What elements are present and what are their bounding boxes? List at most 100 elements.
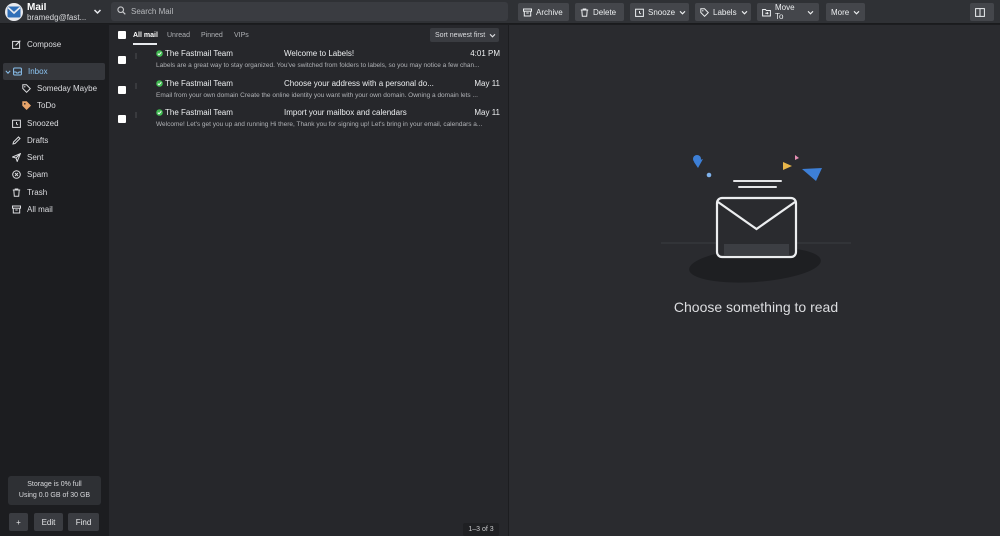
message-subject: Choose your address with a personal do..… xyxy=(284,79,434,88)
storage-usage: Using 0.0 GB of 30 GB xyxy=(18,492,91,499)
message-row[interactable]: The Fastmail Team Welcome to Labels! 4:0… xyxy=(109,47,508,76)
message-sender: The Fastmail Team xyxy=(165,108,233,117)
sidebar-item-label: Sent xyxy=(27,153,44,162)
compose-button[interactable]: Compose xyxy=(3,36,105,53)
find-folder-button[interactable]: Find xyxy=(68,513,99,531)
split-pane-icon xyxy=(975,7,985,17)
inbox-icon xyxy=(13,67,22,76)
search-icon xyxy=(117,6,126,17)
drag-handle-icon[interactable] xyxy=(134,53,138,59)
chevron-down-icon xyxy=(807,10,814,15)
compose-label: Compose xyxy=(27,40,62,49)
message-date: 4:01 PM xyxy=(470,49,500,58)
select-all-checkbox[interactable] xyxy=(118,31,126,39)
labels-label: Labels xyxy=(713,7,737,17)
message-subject: Welcome to Labels! xyxy=(284,49,355,58)
clock-icon xyxy=(12,119,21,128)
sidebar-item-label: Someday Maybe xyxy=(37,84,98,93)
archive-box-icon xyxy=(12,205,21,214)
account-email: bramedg@fast... xyxy=(27,13,87,22)
message-row[interactable]: The Fastmail Team Import your mailbox an… xyxy=(109,106,508,135)
toggle-layout-button[interactable] xyxy=(970,3,994,21)
more-label: More xyxy=(831,7,850,17)
sidebar-item-todo[interactable]: ToDo xyxy=(3,97,105,114)
verified-sender-icon xyxy=(156,50,163,57)
sidebar-item-someday-maybe[interactable]: Someday Maybe xyxy=(3,80,105,97)
sidebar-item-trash[interactable]: Trash xyxy=(3,184,105,201)
verified-sender-icon xyxy=(156,80,163,87)
sidebar-item-inbox[interactable]: Inbox xyxy=(3,63,105,80)
add-folder-button[interactable]: + xyxy=(9,513,28,531)
more-button[interactable]: More xyxy=(826,3,865,21)
tag-icon xyxy=(22,84,31,93)
empty-state-text: Choose something to read xyxy=(673,299,839,315)
tag-icon xyxy=(22,101,31,110)
message-sender: The Fastmail Team xyxy=(165,79,233,88)
compose-icon xyxy=(12,40,21,49)
snooze-label: Snooze xyxy=(648,7,676,17)
sidebar-item-label: Snoozed xyxy=(27,119,59,128)
message-preview: Email from your own domain Create the on… xyxy=(156,92,478,99)
chevron-down-icon[interactable] xyxy=(5,69,11,75)
message-sender: The Fastmail Team xyxy=(165,49,233,58)
folder-icon xyxy=(762,8,771,16)
pencil-icon xyxy=(12,136,21,145)
message-checkbox[interactable] xyxy=(118,115,126,123)
labels-button[interactable]: Labels xyxy=(695,3,751,21)
trash-icon xyxy=(12,188,21,197)
move-to-label: Move To xyxy=(775,3,795,21)
verified-sender-icon xyxy=(156,109,163,116)
sidebar-item-label: All mail xyxy=(27,205,53,214)
message-list-pane: All mail Unread Pinned VIPs Sort newest … xyxy=(109,25,508,536)
message-date: May 11 xyxy=(474,79,500,88)
chevron-down-icon xyxy=(489,33,496,38)
chevron-down-icon xyxy=(741,10,747,15)
message-subject: Import your mailbox and calendars xyxy=(284,108,407,117)
filter-tab-pinned[interactable]: Pinned xyxy=(201,32,223,39)
trash-icon xyxy=(580,8,589,17)
spam-icon xyxy=(12,170,21,179)
delete-button[interactable]: Delete xyxy=(575,3,624,21)
drag-handle-icon[interactable] xyxy=(134,83,138,89)
app-title: Mail xyxy=(27,2,47,13)
filter-tab-unread[interactable]: Unread xyxy=(167,32,190,39)
message-preview: Labels are a great way to stay organized… xyxy=(156,62,480,69)
tag-icon xyxy=(700,7,709,17)
sidebar-item-label: Trash xyxy=(27,188,48,197)
sidebar: Compose Inbox Someday Maybe ToDo Snoozed… xyxy=(0,25,108,536)
archive-label: Archive xyxy=(536,7,563,17)
search-input[interactable] xyxy=(131,7,491,16)
message-list-header: All mail Unread Pinned VIPs Sort newest … xyxy=(109,25,508,45)
message-checkbox[interactable] xyxy=(118,86,126,94)
search-box[interactable] xyxy=(111,2,508,21)
message-row[interactable]: The Fastmail Team Choose your address wi… xyxy=(109,77,508,106)
sort-label: Sort newest first xyxy=(435,31,486,39)
sidebar-item-label: Spam xyxy=(27,170,48,179)
sidebar-item-all-mail[interactable]: All mail xyxy=(3,201,105,218)
account-switcher[interactable]: Mail bramedg@fast... xyxy=(0,0,108,24)
sidebar-item-sent[interactable]: Sent xyxy=(3,149,105,166)
filter-tab-vips[interactable]: VIPs xyxy=(234,32,249,39)
sort-dropdown[interactable]: Sort newest first xyxy=(430,28,499,42)
sidebar-item-snoozed[interactable]: Snoozed xyxy=(3,115,105,132)
message-checkbox[interactable] xyxy=(118,56,126,64)
page-count: 1–3 of 3 xyxy=(463,523,499,536)
edit-folders-button[interactable]: Edit xyxy=(34,513,63,531)
archive-button[interactable]: Archive xyxy=(518,3,569,21)
sidebar-item-spam[interactable]: Spam xyxy=(3,166,105,183)
delete-label: Delete xyxy=(593,7,617,17)
sidebar-item-drafts[interactable]: Drafts xyxy=(3,132,105,149)
sidebar-item-label: Drafts xyxy=(27,136,49,145)
drag-handle-icon[interactable] xyxy=(134,112,138,118)
reading-pane: Choose something to read xyxy=(509,25,1000,536)
fastmail-logo-icon xyxy=(5,3,23,21)
snooze-button[interactable]: Snooze xyxy=(630,3,689,21)
sidebar-item-label: Inbox xyxy=(28,67,48,76)
chevron-down-icon xyxy=(853,10,860,15)
filter-tab-all-mail[interactable]: All mail xyxy=(133,32,158,39)
move-to-button[interactable]: Move To xyxy=(757,3,819,21)
clock-icon xyxy=(635,8,644,17)
sidebar-item-label: ToDo xyxy=(37,101,56,110)
message-preview: Welcome! Let's get you up and running Hi… xyxy=(156,121,483,128)
chevron-down-icon[interactable] xyxy=(93,7,102,18)
